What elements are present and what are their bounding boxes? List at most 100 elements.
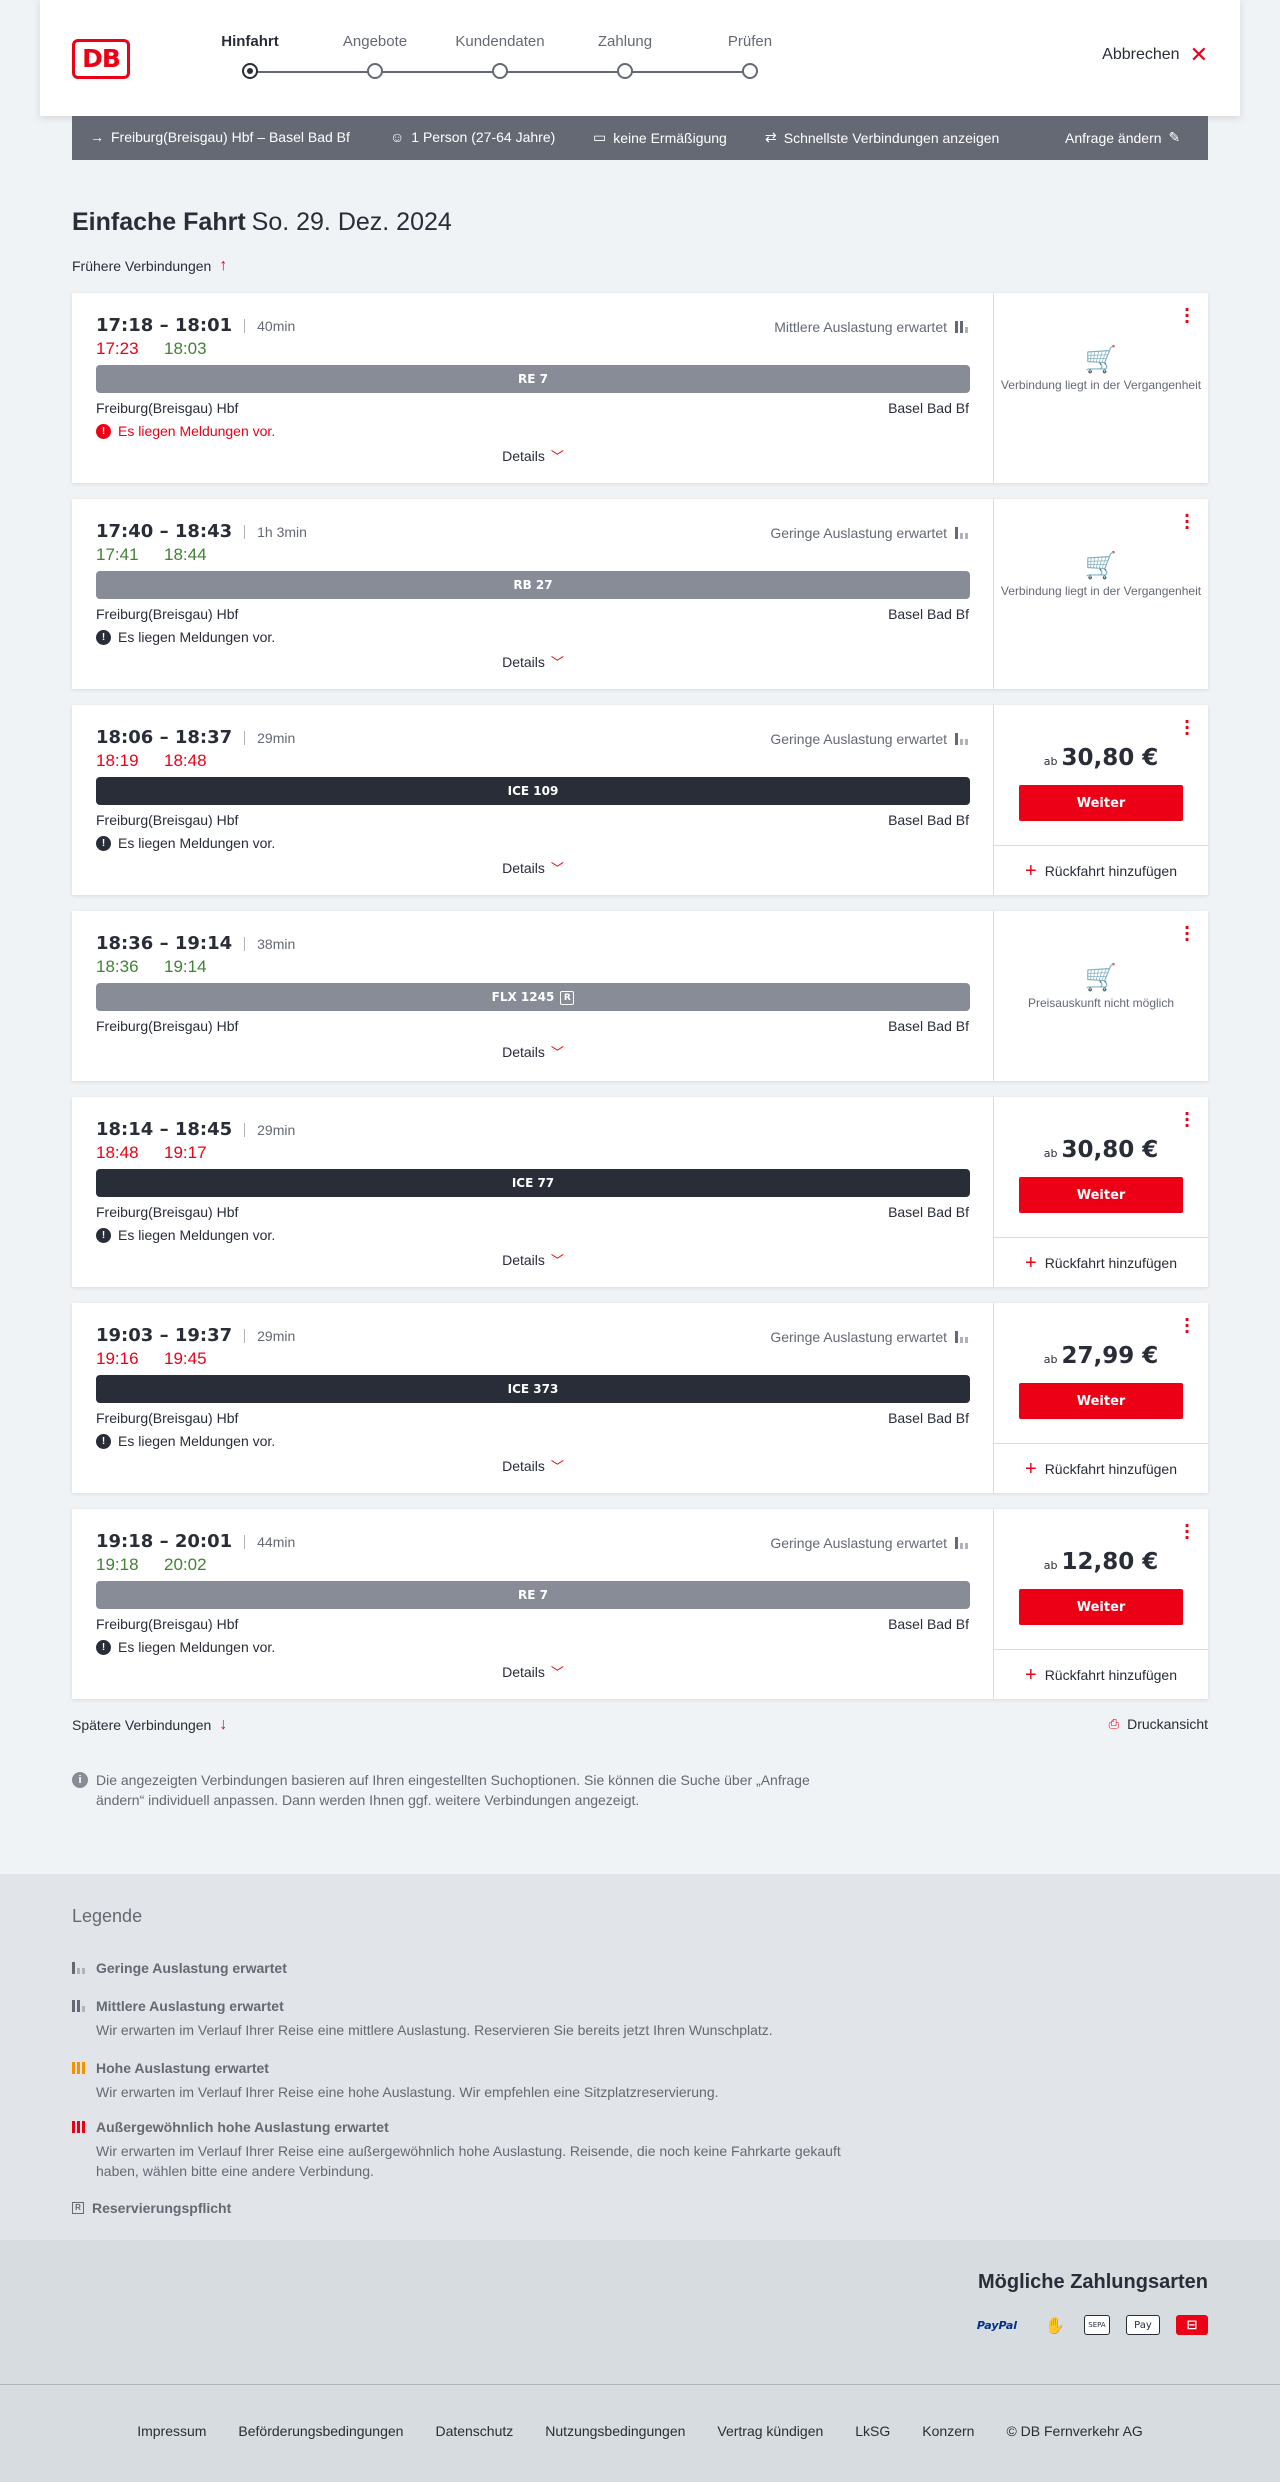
footer-link[interactable]: Konzern xyxy=(922,2423,974,2439)
payment-methods-section: Mögliche Zahlungsarten PayPal ✋ SEPA Pay… xyxy=(0,2240,1280,2384)
continue-button[interactable]: Weiter xyxy=(1019,1177,1183,1213)
scheduled-times: 18:14 – 18:45 29min xyxy=(96,1119,295,1140)
realtime-times: 18:36 19:14 xyxy=(96,957,232,977)
legend-item-title: Hohe Auslastung erwartet xyxy=(96,2060,269,2076)
train-name: RE 7 xyxy=(518,1588,548,1602)
change-request-button[interactable]: Anfrage ändern ✎ xyxy=(1065,129,1180,146)
origin-station: Freiburg(Breisgau) Hbf xyxy=(96,1018,239,1034)
footer-link[interactable]: Vertrag kündigen xyxy=(717,2423,823,2439)
connection-main: 18:14 – 18:45 29min 18:48 19:17 ICE 77 Fr… xyxy=(72,1097,994,1287)
cancel-button[interactable]: Abbrechen ✕ xyxy=(1102,44,1208,66)
details-toggle[interactable]: Details ﹀ xyxy=(72,1662,994,1681)
train-bar[interactable]: ICE 77 xyxy=(96,1169,970,1197)
more-options-icon[interactable]: · · · xyxy=(1182,302,1192,330)
step-hinfahrt[interactable]: Hinfahrt xyxy=(195,30,305,79)
add-return-trip-button[interactable]: + Rückfahrt hinzufügen xyxy=(994,1237,1208,1287)
details-label: Details xyxy=(502,1252,545,1268)
connection-offer: · · · 🛒 Verbindung liegt in der Vergangenh… xyxy=(994,499,1208,689)
arrow-right-icon: → xyxy=(90,129,104,145)
details-toggle[interactable]: Details ﹀ xyxy=(72,858,994,877)
messages-notice[interactable]: ! Es liegen Meldungen vor. xyxy=(96,423,275,439)
footer-link[interactable]: Beförderungsbedingungen xyxy=(238,2423,403,2439)
exclamation-icon: ! xyxy=(96,1639,111,1655)
print-view-button[interactable]: ⎙ Druckansicht xyxy=(1109,1716,1208,1732)
connection-card[interactable]: 18:36 – 19:14 38min 18:36 19:14 FLX 1245 R… xyxy=(72,911,1208,1081)
train-bar[interactable]: FLX 1245 R xyxy=(96,983,970,1011)
origin-station: Freiburg(Breisgau) Hbf xyxy=(96,400,239,416)
details-toggle[interactable]: Details ﹀ xyxy=(72,1042,994,1061)
sepa-icon: SEPA xyxy=(1084,2315,1110,2335)
train-name: ICE 373 xyxy=(507,1382,559,1396)
train-bar[interactable]: RB 27 xyxy=(96,571,970,599)
footer-link[interactable]: Datenschutz xyxy=(435,2423,513,2439)
train-bar[interactable]: ICE 109 xyxy=(96,777,970,805)
add-return-trip-button[interactable]: + Rückfahrt hinzufügen xyxy=(994,1649,1208,1699)
details-toggle[interactable]: Details ﹀ xyxy=(72,1250,994,1269)
messages-notice[interactable]: ! Es liegen Meldungen vor. xyxy=(96,1227,275,1243)
origin-station: Freiburg(Breisgau) Hbf xyxy=(96,1410,239,1426)
train-bar[interactable]: RE 7 xyxy=(96,1581,970,1609)
price-prefix: ab xyxy=(1043,1353,1058,1366)
train-bar[interactable]: ICE 373 xyxy=(96,1375,970,1403)
footer-link[interactable]: LkSG xyxy=(855,2423,890,2439)
train-name: RE 7 xyxy=(518,372,548,386)
realtime-times: 18:48 19:17 xyxy=(96,1143,232,1163)
continue-button[interactable]: Weiter xyxy=(1019,785,1183,821)
footer-link[interactable]: Impressum xyxy=(137,2423,206,2439)
connection-card[interactable]: 19:18 – 20:01 44min 19:18 20:02 Geringe A… xyxy=(72,1509,1208,1699)
footer-link[interactable]: Nutzungsbedingungen xyxy=(545,2423,685,2439)
messages-notice[interactable]: ! Es liegen Meldungen vor. xyxy=(96,629,275,645)
summary-fastest-text: Schnellste Verbindungen anzeigen xyxy=(783,129,1000,146)
messages-text: Es liegen Meldungen vor. xyxy=(118,423,276,439)
details-toggle[interactable]: Details ﹀ xyxy=(72,446,994,465)
realtime-times: 17:41 18:44 xyxy=(96,545,232,565)
more-options-icon[interactable]: · · · xyxy=(1182,1518,1192,1546)
contactless-card-icon: ✋ xyxy=(1045,2315,1065,2335)
add-return-trip-button[interactable]: + Rückfahrt hinzufügen xyxy=(994,1443,1208,1493)
connection-card[interactable]: 18:14 – 18:45 29min 18:48 19:17 ICE 77 Fr… xyxy=(72,1097,1208,1287)
connection-status: 🛒 Verbindung liegt in der Vergangenheit xyxy=(994,346,1208,393)
more-options-icon[interactable]: · · · xyxy=(1182,1312,1192,1340)
more-options-icon[interactable]: · · · xyxy=(1182,508,1192,536)
step-angebote[interactable]: Angebote xyxy=(320,30,430,79)
add-return-trip-label: Rückfahrt hinzufügen xyxy=(1044,1460,1177,1477)
messages-notice[interactable]: ! Es liegen Meldungen vor. xyxy=(96,1433,275,1449)
step-zahlung[interactable]: Zahlung xyxy=(570,30,680,79)
db-logo[interactable]: DB xyxy=(72,39,130,79)
more-options-icon[interactable]: · · · xyxy=(1182,714,1192,742)
details-label: Details xyxy=(502,654,545,670)
duration: 44min xyxy=(244,1534,295,1549)
plus-icon: + xyxy=(1025,859,1037,882)
connection-card[interactable]: 18:06 – 18:37 29min 18:19 18:48 Geringe A… xyxy=(72,705,1208,895)
occupancy-icon xyxy=(955,733,969,745)
duration: 29min xyxy=(244,730,295,745)
plus-icon: + xyxy=(1025,1457,1037,1480)
train-bar[interactable]: RE 7 xyxy=(96,365,970,393)
step-label: Angebote xyxy=(342,33,408,50)
more-options-icon[interactable]: · · · xyxy=(1182,920,1192,948)
details-toggle[interactable]: Details ﹀ xyxy=(72,1456,994,1475)
cart-unavailable-icon: 🛒 xyxy=(1084,962,1118,992)
add-return-trip-button[interactable]: + Rückfahrt hinzufügen xyxy=(994,845,1208,895)
connection-main: 19:03 – 19:37 29min 19:16 19:45 Geringe A… xyxy=(72,1303,994,1493)
occupancy-text: Geringe Auslastung erwartet xyxy=(770,731,947,747)
connection-card[interactable]: 17:18 – 18:01 40min 17:23 18:03 Mittlere … xyxy=(72,293,1208,483)
earlier-connections-button[interactable]: Frühere Verbindungen ↑ xyxy=(72,257,227,275)
db-card-icon: ⊟ xyxy=(1176,2315,1208,2335)
continue-button[interactable]: Weiter xyxy=(1019,1589,1183,1625)
step-label: Prüfen xyxy=(727,33,773,50)
connection-offer: · · · 🛒 Verbindung liegt in der Vergangenh… xyxy=(994,293,1208,483)
continue-button[interactable]: Weiter xyxy=(1019,1383,1183,1419)
step-pruefen[interactable]: Prüfen xyxy=(695,30,805,79)
details-toggle[interactable]: Details ﹀ xyxy=(72,652,994,671)
more-options-icon[interactable]: · · · xyxy=(1182,1106,1192,1134)
step-kundendaten[interactable]: Kundendaten xyxy=(445,30,555,79)
messages-notice[interactable]: ! Es liegen Meldungen vor. xyxy=(96,1639,275,1655)
summary-route: → Freiburg(Breisgau) Hbf – Basel Bad Bf xyxy=(90,129,350,145)
footer-link[interactable]: © DB Fernverkehr AG xyxy=(1006,2423,1142,2439)
connection-card[interactable]: 17:40 – 18:43 1h 3min 17:41 18:44 Geringe… xyxy=(72,499,1208,689)
arrow-up-icon: ↑ xyxy=(219,257,228,274)
connection-card[interactable]: 19:03 – 19:37 29min 19:16 19:45 Geringe A… xyxy=(72,1303,1208,1493)
later-connections-button[interactable]: Spätere Verbindungen ↓ xyxy=(72,1716,227,1734)
messages-notice[interactable]: ! Es liegen Meldungen vor. xyxy=(96,835,275,851)
